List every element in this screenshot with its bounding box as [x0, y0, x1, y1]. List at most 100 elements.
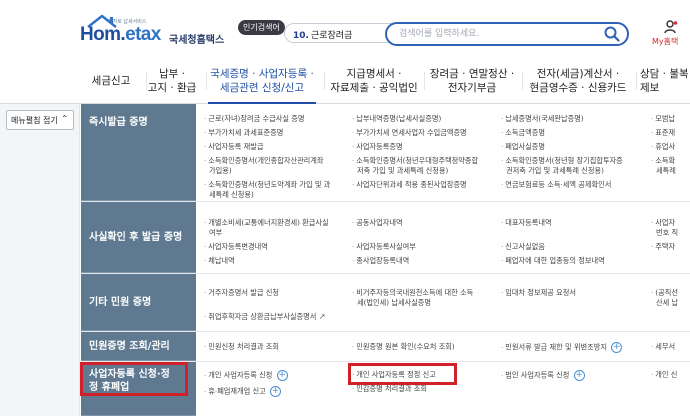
plus-circle-icon[interactable]: + — [611, 342, 623, 353]
nav-label: 자료제출 · 공익법인 — [330, 82, 418, 94]
search-icon[interactable] — [603, 25, 621, 43]
site-header: 전자로 납세서비스 Hom.etax 국세청홈택스 인기검색어 10. 근로장려금… — [0, 0, 690, 58]
menu-expand-toggle[interactable]: 메뉴펼침 접기 ⌃ — [6, 110, 74, 130]
menu-link-cont[interactable]: 세(법인세) 납세사실증명 — [357, 298, 431, 308]
nav-label: 지급명세서 · — [346, 68, 402, 80]
menu-link[interactable]: · 사업자등록 재발급 — [204, 142, 263, 152]
nav-tax-filing[interactable]: 세금신고 — [76, 58, 146, 104]
menu-link[interactable]: · 사업자등록사실여부 — [352, 242, 416, 252]
nav-counseling[interactable]: 상담 · 불복 제보 — [640, 58, 690, 104]
menu-link[interactable]: · 인감증명 처리결과 조회 — [352, 384, 427, 394]
popular-search-term: 근로장려금 — [310, 31, 353, 41]
menu-link[interactable]: · 모범납 — [651, 114, 675, 124]
menu-link[interactable]: · 소득확인증명서(청년도약계좌 가입 및 과 — [204, 180, 330, 190]
menu-link[interactable]: · 사업자등록변경내역 — [204, 242, 268, 252]
menu-link[interactable]: · 소득금액증명 — [501, 128, 545, 138]
menu-link-cont[interactable]: 세특례 — [656, 166, 676, 176]
my-hometax-label: My홈택 — [652, 37, 679, 46]
logo-korean-name: 국세청홈택스 — [169, 35, 225, 46]
menu-link[interactable]: · 민원서류 발급 제한 및 위변조방지 + — [501, 342, 623, 353]
menu-link[interactable]: · 공동사업자내역 — [352, 218, 403, 228]
menu-link[interactable]: · 사업자단위과세 적용 종된사업장증명 — [352, 180, 467, 190]
menu-link[interactable]: · 민원신청 처리결과 조회 — [204, 342, 279, 352]
menu-link[interactable]: · 납부내역증명(납세사실증명) — [352, 114, 441, 124]
menu-category: 즉시발급 증명 — [81, 104, 196, 201]
menu-link[interactable]: · 주택자 — [651, 242, 675, 252]
nav-divider — [636, 72, 637, 90]
menu-link[interactable]: · 개별소비세(교통에너지환경세) 환급사실 — [204, 218, 329, 228]
logo-brand-part-2: etax — [125, 24, 161, 45]
menu-link[interactable]: · 비거주자등의국내원천소득에 대한 소득 — [352, 288, 473, 298]
nav-divider — [522, 72, 523, 90]
menu-link[interactable]: · 소득확 — [651, 156, 675, 166]
mega-menu: 즉시발급 증명 · 근로(자녀)장려금 수급사실 증명 · 부가가치세 과세표준증명… — [81, 104, 690, 416]
menu-link[interactable]: · 납세증명서(국세완납증명) — [501, 114, 584, 124]
left-sidebar: 메뉴펼침 접기 ⌃ — [0, 104, 80, 416]
menu-link[interactable]: · 폐업사실증명 — [501, 142, 545, 152]
menu-link[interactable]: · 세무서 — [651, 342, 675, 352]
menu-link[interactable]: · 사업자 — [651, 218, 675, 228]
nav-label: 제보 — [640, 82, 660, 94]
menu-link[interactable]: · 소득확인증명서(개인종합자산관리계좌 — [204, 156, 324, 166]
nav-incentives[interactable]: 장려금 · 연말정산 · 전자기부금 — [428, 58, 516, 104]
menu-link-cont[interactable]: 여부 — [209, 228, 222, 238]
nav-label: 납부 · — [159, 68, 185, 80]
search-box — [385, 22, 629, 46]
menu-link[interactable]: · 법인 사업자등록 신청 + — [501, 370, 585, 381]
search-input[interactable] — [399, 26, 589, 42]
menu-category[interactable]: 사업자등록 신청·정정 휴폐업 — [81, 362, 196, 416]
nav-e-invoice[interactable]: 전자(세금)계산서 · 현금영수증 · 신용카드 — [526, 58, 630, 104]
menu-link[interactable]: · 근로(자녀)장려금 수급사실 증명 — [204, 114, 304, 124]
nav-label: 국세증명 · 사업자등록 · — [210, 68, 314, 80]
menu-link[interactable]: · 거주자증명서 발급 신청 — [204, 288, 279, 298]
nav-label: 고지 · 환급 — [147, 82, 197, 94]
menu-link[interactable]: · 대표자등록내역 — [501, 218, 552, 228]
plus-circle-icon[interactable]: + — [270, 386, 282, 397]
nav-certificates[interactable]: 국세증명 · 사업자등록 · 세금관련 신청/신고 — [208, 58, 316, 104]
menu-link[interactable]: · 소득확인증명서(청년우대형주택청약종합 — [352, 156, 478, 166]
menu-link[interactable]: · 임대차 정보제공 요청서 — [501, 288, 576, 298]
menu-link[interactable]: · 휴업사 — [651, 142, 675, 152]
nav-label: 세금신고 — [91, 75, 131, 87]
nav-divider — [324, 72, 325, 90]
user-icon — [664, 20, 678, 34]
menu-link[interactable]: · 연금보험료등 소득·세액 공제확인서 — [501, 180, 611, 190]
menu-link[interactable]: · 폐업자에 대한 업종등의 정보내역 — [501, 256, 605, 266]
menu-link[interactable]: · 사업자등록증명 — [352, 142, 403, 152]
plus-circle-icon[interactable]: + — [573, 370, 585, 381]
popular-search-badge: 인기검색어 — [238, 20, 285, 35]
menu-link[interactable]: · 표준재 — [651, 128, 675, 138]
menu-link[interactable]: · 민원증명 원본 확인(수요처 조회) — [352, 342, 455, 352]
menu-category: 사실확인 후 발급 증명 — [81, 202, 196, 273]
menu-link-cont[interactable]: 세특례 신청용) — [209, 190, 254, 200]
menu-link[interactable]: · 휴·폐업재개업 신고 + — [204, 386, 282, 397]
menu-link-cont[interactable]: 가입용) — [209, 166, 232, 176]
nav-label: 전자기부금 — [447, 82, 497, 94]
menu-link[interactable]: · 개인 신 — [651, 370, 677, 380]
menu-link-personal-registration[interactable]: · 개인 사업자등록 신청 + — [204, 370, 288, 381]
menu-link-cont[interactable]: 번호 직 — [656, 228, 678, 238]
menu-category-label: 사업자등록 신청·정정 휴폐업 — [89, 369, 170, 393]
menu-link[interactable]: · 신고사실없음 — [501, 242, 545, 252]
menu-link[interactable]: · 종사업장등록내역 — [352, 256, 409, 266]
nav-divider — [206, 72, 207, 90]
menu-link[interactable]: · 부가가치세 과세표준증명 — [204, 128, 283, 138]
menu-row-other-certs: 기타 민원 증명 · 거주자증명서 발급 신청 · 취업후학자금 상환금납부사실증명… — [81, 274, 690, 332]
menu-category: 민원증명 조회/관리 — [81, 332, 196, 361]
menu-link[interactable]: · 취업후학자금 상환금납부사실증명서 ↗ — [204, 312, 325, 322]
nav-payment-statements[interactable]: 지급명세서 · 자료제출 · 공익법인 — [328, 58, 420, 104]
menu-link[interactable]: · 소득확인증명서(청년형 장기집합투자증 — [501, 156, 623, 166]
logo-brand: Hom.etax — [80, 24, 161, 46]
menu-row-business-registration: 사업자등록 신청·정정 휴폐업 · 개인 사업자등록 신청 + · 휴·폐업재개업 … — [81, 362, 690, 416]
menu-link-cont[interactable]: 산세 납 — [656, 298, 678, 308]
menu-link-personal-registration-correction[interactable]: · 개인 사업자등록 정정 신고 — [352, 370, 436, 380]
menu-link[interactable]: · (공직선 — [651, 288, 678, 298]
menu-row-verified-issue: 사실확인 후 발급 증명 · 개별소비세(교통에너지환경세) 환급사실 여부 · 사… — [81, 202, 690, 274]
my-hometax-button[interactable]: My홈택 — [650, 20, 690, 50]
menu-link-cont[interactable]: 저축 가입 및 과세특례 신청용) — [357, 166, 448, 176]
plus-circle-icon[interactable]: + — [276, 370, 288, 381]
menu-link[interactable]: · 체납내역 — [204, 256, 235, 266]
nav-payment[interactable]: 납부 · 고지 · 환급 — [146, 58, 198, 104]
menu-link[interactable]: · 부가가치세 면세사업자 수입금액증명 — [352, 128, 467, 138]
menu-link-cont[interactable]: 권저축 가입 및 과세특례 신청용) — [506, 166, 604, 176]
